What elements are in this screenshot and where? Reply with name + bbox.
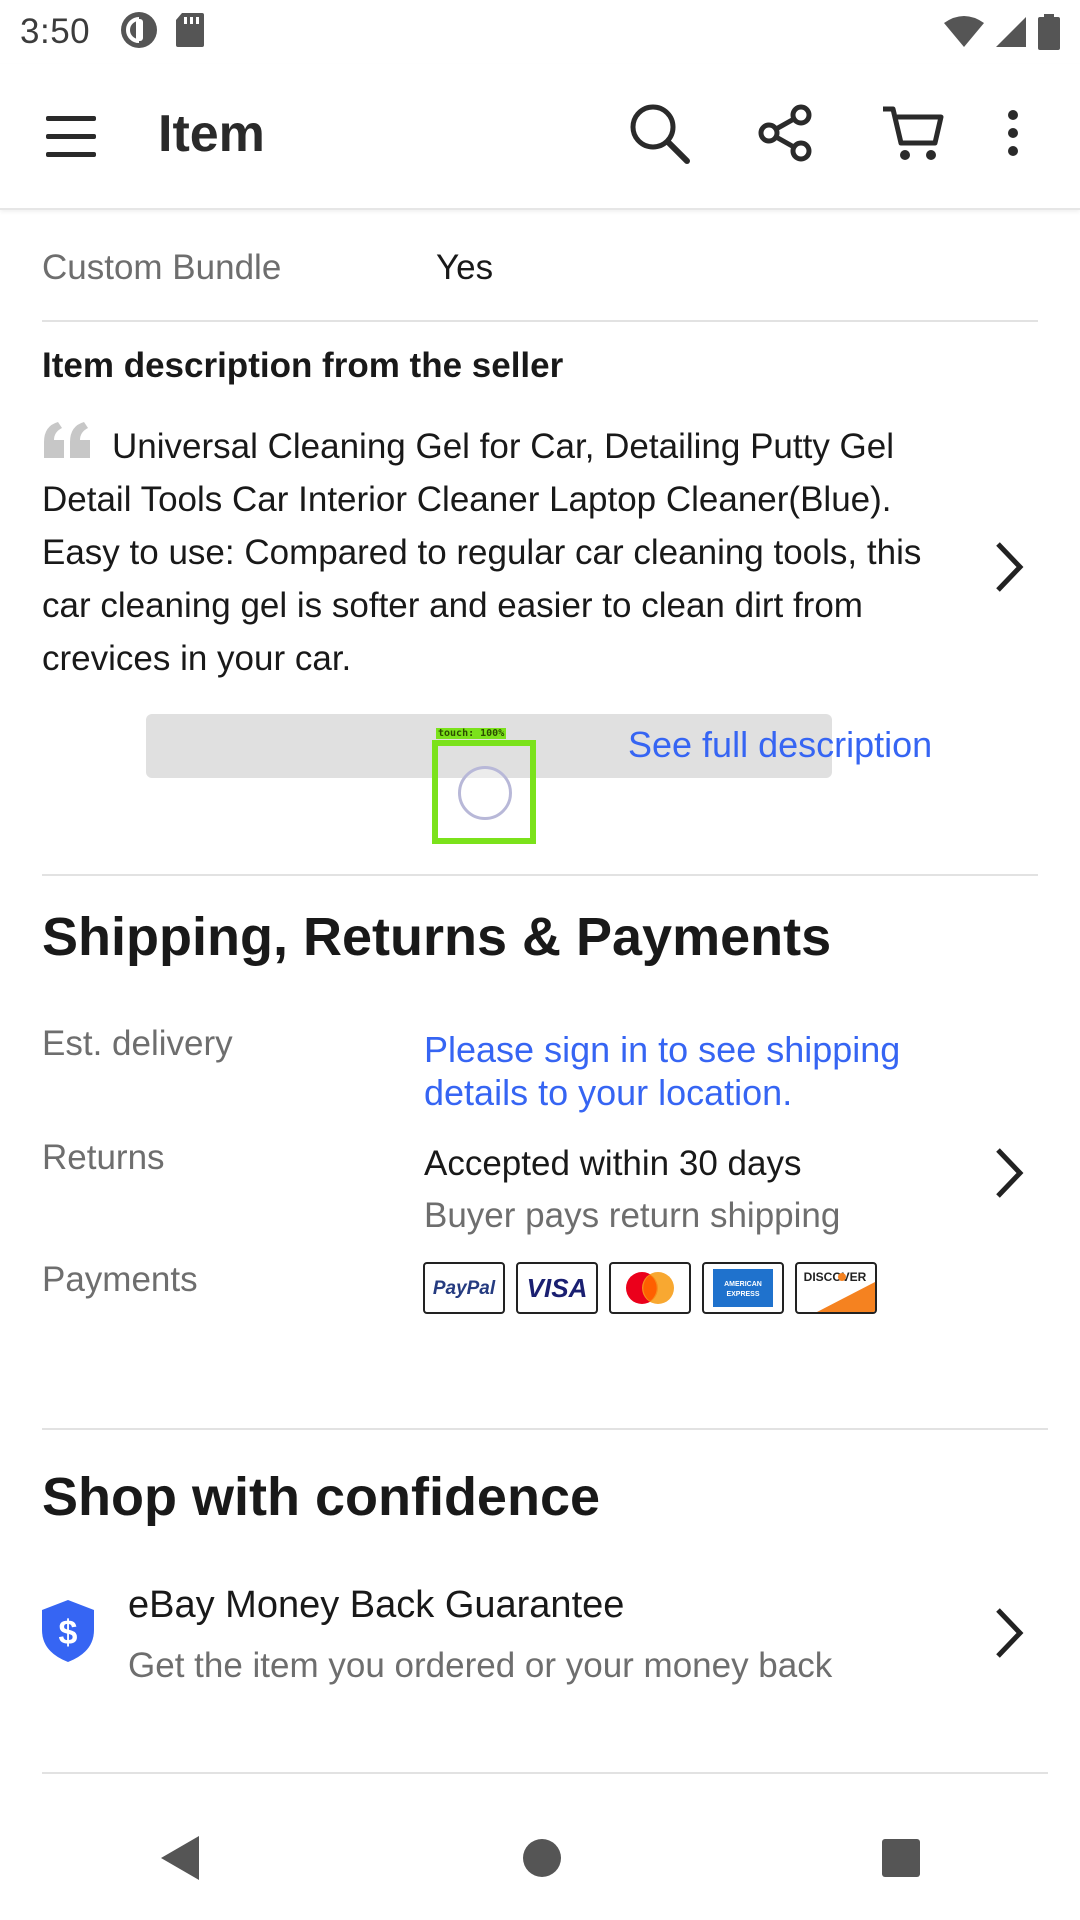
back-triangle-icon <box>161 1835 200 1880</box>
recents-button[interactable] <box>881 1838 921 1883</box>
description-text-block[interactable]: Universal Cleaning Gel for Car, Detailin… <box>42 420 972 685</box>
svg-text:EXPRESS: EXPRESS <box>726 1291 759 1298</box>
battery-icon <box>1038 14 1060 55</box>
returns-label: Returns <box>42 1138 165 1177</box>
guarantee-title: eBay Money Back Guarantee <box>128 1584 625 1626</box>
more-options-button[interactable] <box>988 100 1038 170</box>
quote-icon <box>42 420 94 460</box>
share-icon <box>755 103 815 168</box>
cart-button[interactable] <box>878 100 948 170</box>
svg-text:AMERICAN: AMERICAN <box>724 1281 762 1288</box>
sign-in-shipping-link[interactable]: Please sign in to see shipping details t… <box>424 1028 984 1114</box>
divider <box>42 320 1038 322</box>
touch-point <box>458 766 512 820</box>
cellular-signal-icon <box>994 15 1028 54</box>
est-delivery-label: Est. delivery <box>42 1024 233 1063</box>
touch-indicator <box>432 740 536 844</box>
touch-label: touch: 100% <box>436 728 507 739</box>
back-button[interactable] <box>159 1834 203 1887</box>
menu-button[interactable] <box>40 108 106 166</box>
home-button[interactable] <box>522 1838 562 1883</box>
cart-icon <box>881 103 945 168</box>
discover-logo: DISCOVER <box>795 1262 877 1314</box>
custom-bundle-value: Yes <box>436 248 494 287</box>
paypal-text: PayPal <box>433 1278 496 1299</box>
guarantee-sub: Get the item you ordered or your money b… <box>128 1646 833 1685</box>
returns-sub: Buyer pays return shipping <box>424 1196 841 1235</box>
paypal-logo: PayPal <box>423 1262 505 1314</box>
returns-chevron-right-icon[interactable] <box>990 1146 1030 1200</box>
status-bar: 3:50 <box>0 0 1080 64</box>
payments-label: Payments <box>42 1260 198 1299</box>
description-heading: Item description from the seller <box>42 346 564 385</box>
search-button[interactable] <box>624 100 694 170</box>
divider <box>42 1772 1048 1774</box>
home-circle-icon <box>522 1838 561 1877</box>
search-icon <box>627 101 691 170</box>
mastercard-logo <box>609 1262 691 1314</box>
data-saver-icon <box>120 11 158 54</box>
discover-text: DISCOVER <box>804 1270 867 1284</box>
svg-text:$: $ <box>59 1614 78 1652</box>
see-full-description-link[interactable]: See full description <box>628 724 932 766</box>
recents-square-icon <box>881 1838 920 1877</box>
returns-value: Accepted within 30 days <box>424 1144 802 1183</box>
wifi-icon <box>944 15 984 54</box>
confidence-section-title: Shop with confidence <box>42 1467 601 1527</box>
status-time: 3:50 <box>20 12 91 51</box>
visa-text: VISA <box>527 1274 588 1302</box>
divider <box>42 1428 1048 1430</box>
shipping-section-title: Shipping, Returns & Payments <box>42 907 832 967</box>
custom-bundle-label: Custom Bundle <box>42 248 282 287</box>
visa-logo: VISA <box>516 1262 598 1314</box>
divider <box>42 874 1038 876</box>
system-nav-bar <box>0 1800 1080 1920</box>
description-chevron-right-icon[interactable] <box>990 540 1030 594</box>
amex-logo: AMERICAN EXPRESS <box>702 1262 784 1314</box>
more-vertical-icon <box>1006 108 1020 163</box>
guarantee-chevron-right-icon[interactable] <box>990 1606 1030 1660</box>
app-bar: Item <box>0 64 1080 210</box>
sd-card-icon <box>176 12 205 52</box>
share-button[interactable] <box>750 100 820 170</box>
description-text: Universal Cleaning Gel for Car, Detailin… <box>42 427 922 678</box>
shield-dollar-icon: $ <box>42 1600 94 1662</box>
page-title: Item <box>158 105 265 163</box>
